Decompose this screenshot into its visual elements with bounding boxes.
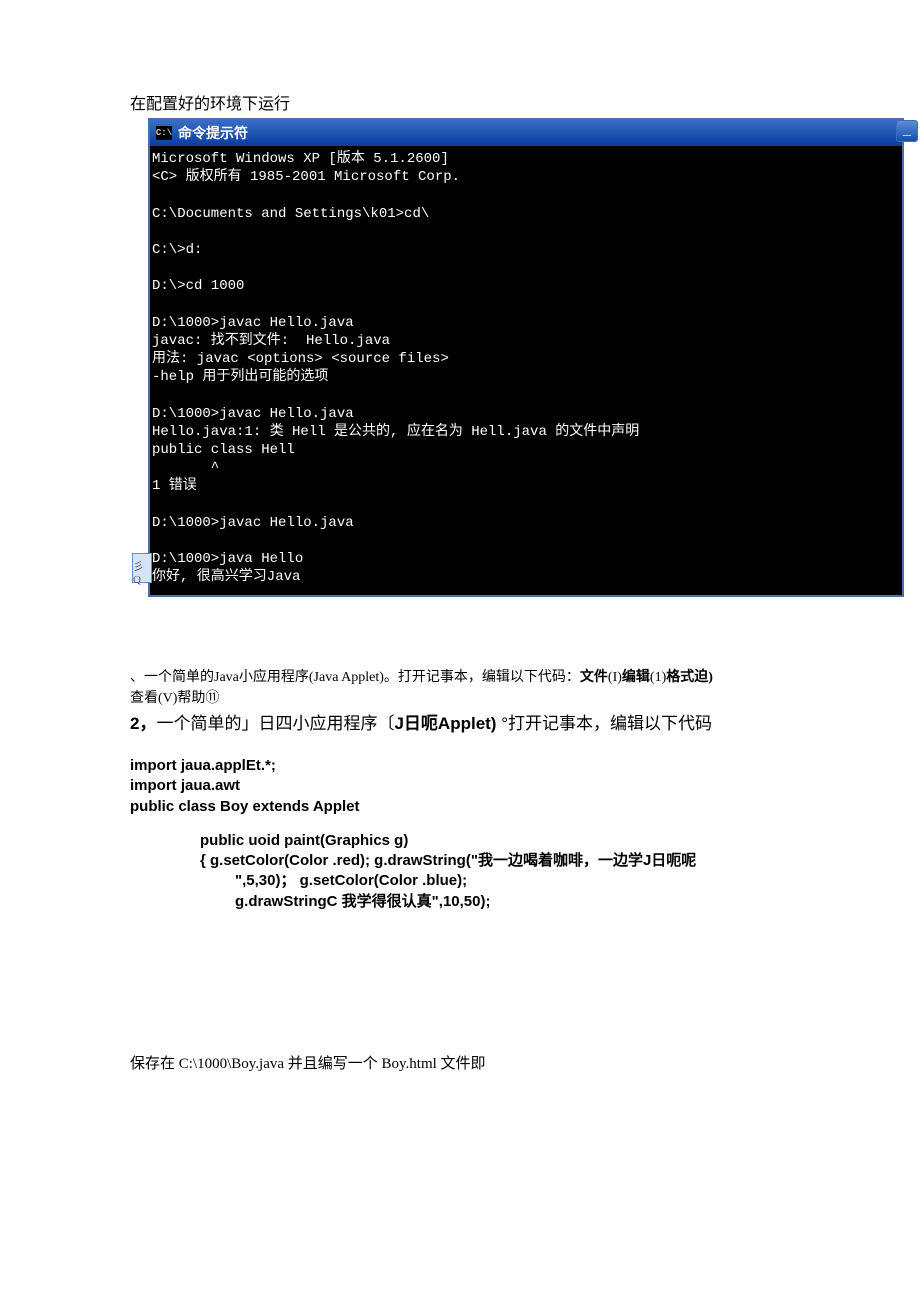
window-controls: _ □: [896, 120, 920, 142]
para1-bold-2: 编辑: [622, 670, 650, 685]
terminal-output: Microsoft Windows XP [版本 5.1.2600] <C> 版…: [150, 146, 902, 595]
paragraph-2: 2，一个简单的」日四小应用程序〔J日呃Applet) °打开记事本，编辑以下代码: [130, 711, 790, 737]
cmd-icon: C:\: [156, 126, 172, 140]
intro-text: 在配置好的环境下运行: [130, 90, 790, 114]
para1-text-1: 、一个简单的Java小应用程序(Java Applet)。打开记事本，编辑以下代…: [130, 670, 580, 685]
code-line-6: ",5,30)； g.setColor(Color .blue);: [130, 871, 790, 891]
code-line-7: g.drawStringC 我学得很认真",10,50);: [130, 892, 790, 912]
footer-text: 保存在 C:\1000\Boy.java 并且编写一个 Boy.html 文件即: [130, 1052, 790, 1073]
code-line-4: public uoid paint(Graphics g): [130, 831, 790, 851]
code-line-3: public class Boy extends Applet: [130, 797, 790, 817]
para1-bold-1: 文件: [580, 670, 608, 685]
paragraph-1: 、一个简单的Java小应用程序(Java Applet)。打开记事本，编辑以下代…: [130, 667, 790, 709]
para1-bold-3: 格式迫): [666, 670, 713, 685]
code-line-1: import jaua.applEt.*;: [130, 756, 790, 776]
code-l5a: { g.setColor(Color .red); g.drawString(": [200, 852, 478, 869]
para1-text-3: (1): [650, 670, 666, 685]
window-title: 命令提示符: [178, 123, 248, 143]
para2-bold: J日呃Applet): [394, 714, 496, 733]
para2-before: 一个简单的」日四小应用程序〔: [156, 714, 394, 733]
code-line-5: { g.setColor(Color .red); g.drawString("…: [130, 851, 790, 871]
title-bar: C:\ 命令提示符: [150, 120, 902, 146]
para1-line2: 查看(V)帮助⑪: [130, 691, 219, 706]
code-l7b: 我学得很认真",10,50);: [342, 893, 491, 910]
minimize-button[interactable]: _: [896, 120, 918, 142]
para2-after: °打开记事本，编辑以下代码: [496, 714, 712, 733]
code-l7a: g.drawStringC: [235, 893, 342, 910]
code-line-2: import jaua.awt: [130, 776, 790, 796]
para2-prefix: 2，: [130, 714, 156, 733]
side-marker: 彡Q: [132, 553, 152, 583]
para1-text-2: (I): [608, 670, 622, 685]
command-prompt-window: C:\ 命令提示符 _ □ Microsoft Windows XP [版本 5…: [148, 118, 904, 597]
code-l5b: 我一边喝着咖啡，一边学J日呃呢: [478, 852, 696, 869]
code-block: import jaua.applEt.*; import jaua.awt pu…: [130, 756, 790, 912]
